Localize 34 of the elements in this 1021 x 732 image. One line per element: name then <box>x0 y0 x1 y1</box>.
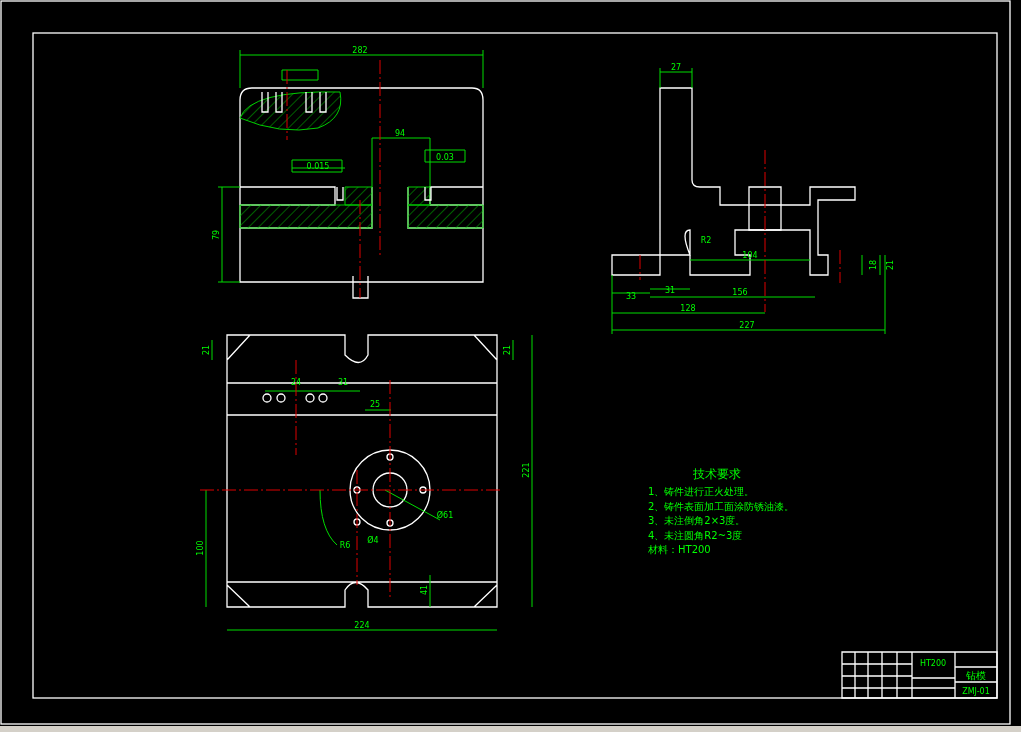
requirement-line: 2、铸件表面加工面涂防锈油漆。 <box>648 500 795 512</box>
dimension-label: 25 <box>369 400 381 409</box>
dimension-label: 128 <box>680 304 696 313</box>
requirement-line: 材料：HT200 <box>648 544 711 555</box>
dimension-label: 156 <box>732 288 748 297</box>
dimension-label: 227 <box>739 321 755 330</box>
dimension-label: 31 <box>664 286 676 295</box>
material-label: HT200 <box>919 659 947 668</box>
dimension-label: R6 <box>339 541 351 550</box>
dimension-label: 282 <box>352 46 368 55</box>
dimension-label: 94 <box>394 129 406 138</box>
dimension-label: 41 <box>420 584 429 596</box>
requirement-line: 4、未注圆角R2~3度 <box>648 529 743 541</box>
dimension-label: 18 <box>869 259 878 271</box>
dimension-label: 221 <box>522 462 531 478</box>
dimension-label: 0.015 <box>306 162 330 171</box>
dimension-label: 0.03 <box>436 153 454 162</box>
dimension-label: 21 <box>503 344 512 356</box>
dimension-label: R2 <box>700 236 712 245</box>
dimension-label: Ø4 <box>367 536 379 545</box>
dimension-label: 79 <box>212 229 221 241</box>
requirement-line: 3、未注倒角2×3度。 <box>648 515 746 526</box>
dimension-label: 21 <box>202 344 211 356</box>
dimension-label: Ø61 <box>436 511 454 520</box>
dimension-label: 27 <box>670 63 682 72</box>
requirement-line: 1、铸件进行正火处理。 <box>648 486 755 497</box>
part-name: 钻模 <box>966 670 986 681</box>
dimension-label: 100 <box>196 540 205 556</box>
drawing-code: ZMJ-01 <box>962 687 990 696</box>
dimension-label: 33 <box>625 292 637 301</box>
dimension-label: 21 <box>886 259 895 271</box>
requirements-title: 技术要求 <box>693 467 741 481</box>
dimension-label: 104 <box>742 251 758 260</box>
dimension-label: 224 <box>354 621 370 630</box>
